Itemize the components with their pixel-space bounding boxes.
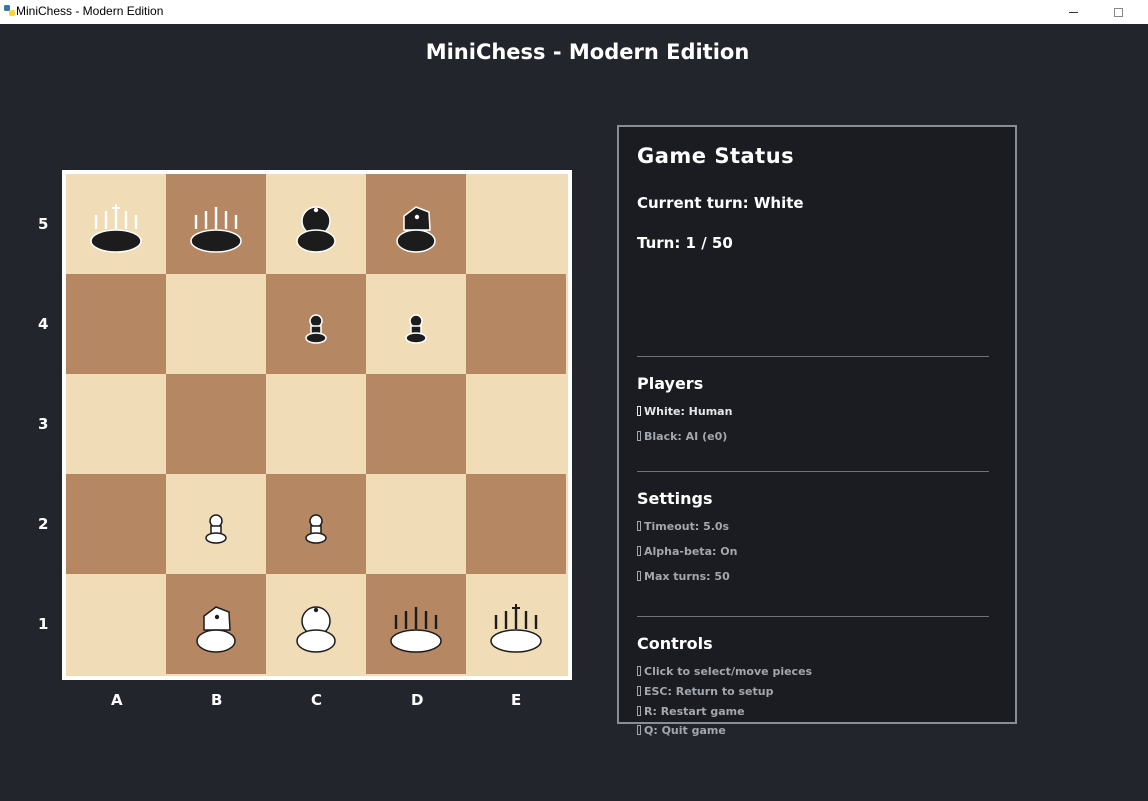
square-b2[interactable] bbox=[166, 474, 266, 574]
board-grid bbox=[66, 174, 568, 676]
black-pawn-icon bbox=[305, 314, 327, 344]
square-a5[interactable] bbox=[66, 174, 166, 274]
setting-alpha-beta-item: Alpha-beta: On bbox=[637, 545, 737, 558]
panel-title: Game Status bbox=[637, 144, 795, 168]
file-label-b: B bbox=[211, 691, 223, 709]
square-a3[interactable] bbox=[66, 374, 166, 474]
black-pawn-icon bbox=[405, 314, 427, 344]
square-c3[interactable] bbox=[266, 374, 366, 474]
minimize-button[interactable] bbox=[1050, 0, 1096, 24]
square-c4[interactable] bbox=[266, 274, 366, 374]
white-pawn-icon bbox=[205, 514, 227, 544]
square-a2[interactable] bbox=[66, 474, 166, 574]
rank-label-5: 5 bbox=[38, 215, 49, 233]
square-d5[interactable] bbox=[366, 174, 466, 274]
player-white-item: White: Human bbox=[637, 405, 732, 418]
control-restart-item: R: Restart game bbox=[637, 705, 745, 718]
file-label-a: A bbox=[111, 691, 123, 709]
divider bbox=[637, 356, 989, 357]
white-king-icon bbox=[490, 604, 542, 653]
file-label-d: D bbox=[411, 691, 424, 709]
rank-label-2: 2 bbox=[38, 515, 49, 533]
square-a1[interactable] bbox=[66, 574, 166, 674]
players-section-title: Players bbox=[637, 374, 704, 393]
player-black-label: Black: AI (e0) bbox=[644, 430, 728, 443]
missing-glyph-icon bbox=[637, 725, 641, 735]
square-c1[interactable] bbox=[266, 574, 366, 674]
square-b3[interactable] bbox=[166, 374, 266, 474]
control-esc-item: ESC: Return to setup bbox=[637, 685, 773, 698]
divider bbox=[637, 471, 989, 472]
missing-glyph-icon bbox=[637, 571, 641, 581]
control-restart-label: R: Restart game bbox=[644, 705, 745, 718]
square-e3[interactable] bbox=[466, 374, 566, 474]
square-b5[interactable] bbox=[166, 174, 266, 274]
rank-label-4: 4 bbox=[38, 315, 49, 333]
control-click-item: Click to select/move pieces bbox=[637, 665, 812, 678]
controls-section-title: Controls bbox=[637, 634, 713, 653]
player-black-item: Black: AI (e0) bbox=[637, 430, 727, 443]
chess-board bbox=[62, 170, 572, 680]
game-status-panel: Game Status Current turn: White Turn: 1 … bbox=[617, 125, 1017, 724]
white-knight-icon bbox=[196, 606, 236, 653]
square-b1[interactable] bbox=[166, 574, 266, 674]
white-queen-icon bbox=[390, 607, 442, 653]
control-click-label: Click to select/move pieces bbox=[644, 665, 813, 678]
square-e4[interactable] bbox=[466, 274, 566, 374]
missing-glyph-icon bbox=[637, 686, 641, 696]
missing-glyph-icon bbox=[637, 706, 641, 716]
black-bishop-icon bbox=[296, 206, 336, 253]
black-queen-icon bbox=[190, 207, 242, 253]
control-esc-label: ESC: Return to setup bbox=[644, 685, 774, 698]
square-d3[interactable] bbox=[366, 374, 466, 474]
square-d1[interactable] bbox=[366, 574, 466, 674]
missing-glyph-icon bbox=[637, 406, 641, 416]
square-c2[interactable] bbox=[266, 474, 366, 574]
square-c5[interactable] bbox=[266, 174, 366, 274]
square-e1[interactable] bbox=[466, 574, 566, 674]
missing-glyph-icon bbox=[637, 521, 641, 531]
white-pawn-icon bbox=[305, 514, 327, 544]
control-quit-item: Q: Quit game bbox=[637, 724, 726, 737]
square-e5[interactable] bbox=[466, 174, 566, 274]
black-knight-icon bbox=[396, 206, 436, 253]
control-quit-label: Q: Quit game bbox=[644, 724, 726, 737]
missing-glyph-icon bbox=[637, 431, 641, 441]
square-d4[interactable] bbox=[366, 274, 466, 374]
player-white-label: White: Human bbox=[644, 405, 733, 418]
python-app-icon bbox=[4, 5, 15, 16]
maximize-icon bbox=[1113, 7, 1123, 17]
square-b4[interactable] bbox=[166, 274, 266, 374]
file-label-e: E bbox=[511, 691, 522, 709]
missing-glyph-icon bbox=[637, 546, 641, 556]
setting-timeout-label: Timeout: 5.0s bbox=[644, 520, 730, 533]
setting-max-turns-item: Max turns: 50 bbox=[637, 570, 730, 583]
page-title: MiniChess - Modern Edition bbox=[425, 40, 750, 64]
square-e2[interactable] bbox=[466, 474, 566, 574]
current-turn-text: Current turn: White bbox=[637, 194, 804, 212]
setting-max-turns-label: Max turns: 50 bbox=[644, 570, 730, 583]
missing-glyph-icon bbox=[637, 666, 641, 676]
square-d2[interactable] bbox=[366, 474, 466, 574]
white-bishop-icon bbox=[296, 606, 336, 653]
divider bbox=[637, 616, 989, 617]
file-label-c: C bbox=[311, 691, 323, 709]
square-a4[interactable] bbox=[66, 274, 166, 374]
turn-counter-text: Turn: 1 / 50 bbox=[637, 234, 733, 252]
window-title: MiniChess - Modern Edition bbox=[16, 4, 164, 18]
rank-label-3: 3 bbox=[38, 415, 49, 433]
maximize-button[interactable] bbox=[1095, 0, 1141, 24]
black-king-icon bbox=[90, 204, 142, 253]
minimize-icon bbox=[1068, 11, 1078, 13]
settings-section-title: Settings bbox=[637, 489, 713, 508]
setting-timeout-item: Timeout: 5.0s bbox=[637, 520, 729, 533]
rank-label-1: 1 bbox=[38, 615, 49, 633]
window-titlebar: MiniChess - Modern Edition bbox=[0, 0, 1148, 24]
setting-alpha-beta-label: Alpha-beta: On bbox=[644, 545, 738, 558]
